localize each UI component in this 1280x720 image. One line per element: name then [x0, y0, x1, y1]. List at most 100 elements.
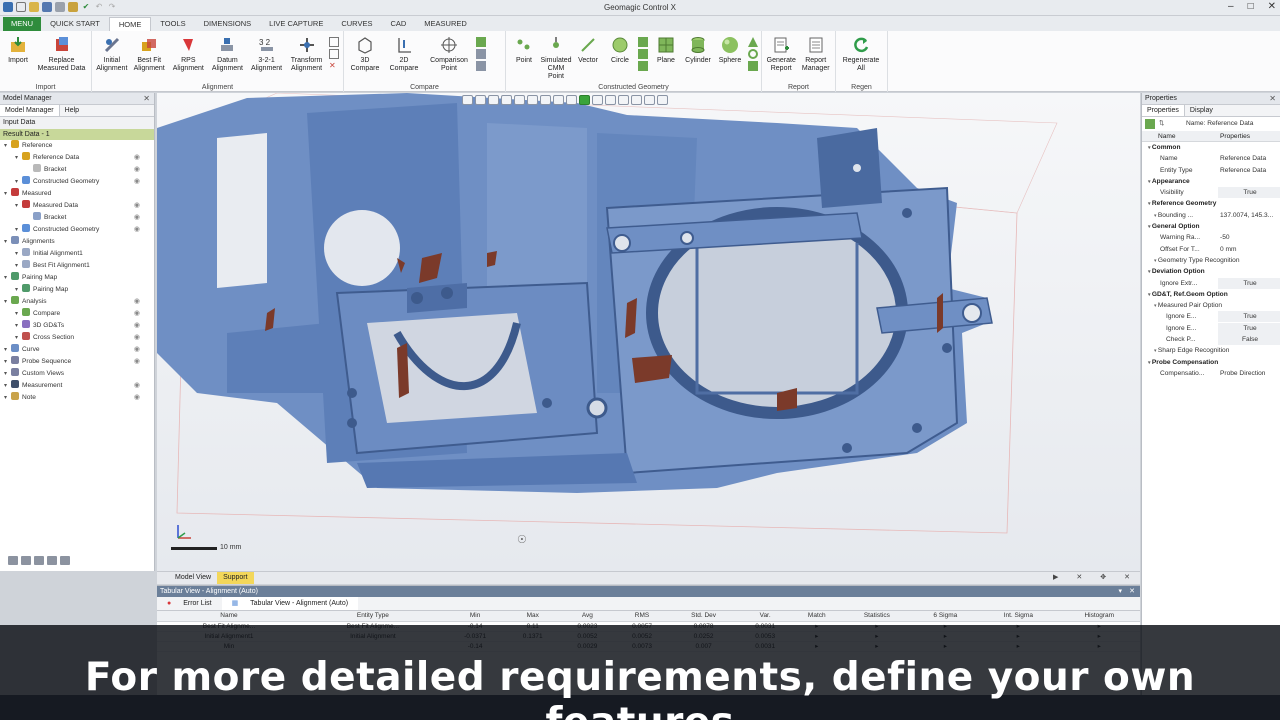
geometry-tool-icon[interactable]: [638, 61, 648, 71]
expand-toggle-icon[interactable]: ▾: [15, 248, 22, 260]
tree-item[interactable]: ▾ Measured Data ◉: [0, 200, 154, 212]
sort-icon[interactable]: ⇅: [1159, 117, 1165, 131]
tab-menu[interactable]: MENU: [3, 17, 42, 31]
property-value[interactable]: False: [1218, 334, 1280, 346]
tab-dimensions[interactable]: DIMENSIONS: [195, 17, 261, 31]
column-header[interactable]: Std. Dev: [669, 611, 738, 622]
tab-properties[interactable]: Properties: [1142, 105, 1185, 116]
tab-model-manager[interactable]: Model Manager: [0, 105, 60, 116]
view-back-icon[interactable]: [501, 95, 512, 105]
column-header[interactable]: Avg: [560, 611, 615, 622]
3d-viewport[interactable]: 10 mm ☉: [157, 93, 1140, 571]
tree-item[interactable]: ▾ Custom Views: [0, 368, 154, 380]
panel-tool-icon[interactable]: [21, 556, 31, 565]
tree-item[interactable]: ▾ Measurement ◉: [0, 380, 154, 392]
tab-model-view[interactable]: Model View: [169, 572, 217, 584]
view-iso-icon[interactable]: [566, 95, 577, 105]
tree-item[interactable]: ▾ Reference: [0, 140, 154, 152]
tree-item[interactable]: ▾ Constructed Geometry ◉: [0, 176, 154, 188]
panel-tool-icon[interactable]: [34, 556, 44, 565]
align-tool-icon[interactable]: [329, 49, 340, 59]
zoom-icon[interactable]: [618, 95, 629, 105]
play-icon[interactable]: ▶: [1047, 572, 1064, 584]
tab-quick-start[interactable]: QUICK START: [41, 17, 109, 31]
column-header[interactable]: 6 Sigma: [912, 611, 979, 622]
expand-toggle-icon[interactable]: ▾: [4, 392, 11, 404]
compare-tool-icon[interactable]: [476, 49, 486, 59]
expand-toggle-icon[interactable]: ▾: [15, 260, 22, 272]
scanned-bracket-model[interactable]: [157, 93, 1140, 571]
property-row[interactable]: Name Reference Data: [1142, 153, 1280, 164]
tree-item[interactable]: ▾ Curve ◉: [0, 344, 154, 356]
expand-toggle-icon[interactable]: ▾: [4, 236, 11, 248]
visibility-eye-icon[interactable]: ◉: [134, 392, 140, 404]
property-row[interactable]: Ignore E... True: [1142, 311, 1280, 323]
property-row[interactable]: Entity Type Reference Data: [1142, 165, 1280, 176]
expand-toggle-icon[interactable]: ▾: [4, 272, 11, 284]
property-row[interactable]: Ignore Extr... True: [1142, 277, 1280, 289]
property-row[interactable]: ▾ Geometry Type Recognition: [1142, 255, 1280, 266]
tab-tools[interactable]: TOOLS: [151, 17, 194, 31]
tree-item[interactable]: ▾ Best Fit Alignment1: [0, 260, 154, 272]
maximize-icon[interactable]: □: [1248, 1, 1254, 12]
expand-toggle-icon[interactable]: ▾: [4, 344, 11, 356]
tree-item[interactable]: ▾ Compare ◉: [0, 308, 154, 320]
render-mode-icon[interactable]: [631, 95, 642, 105]
property-row[interactable]: Compensatio... Probe Direction: [1142, 368, 1280, 379]
tree-item[interactable]: ▾ Initial Alignment1: [0, 248, 154, 260]
visibility-eye-icon[interactable]: ◉: [134, 320, 140, 332]
select-mode-icon[interactable]: [579, 95, 590, 105]
tabular-close-icon[interactable]: ✕: [1129, 586, 1135, 597]
tree-item[interactable]: Bracket ◉: [0, 164, 154, 176]
tree-item[interactable]: ▾ Alignments: [0, 236, 154, 248]
property-category[interactable]: ▾ Probe Compensation: [1142, 357, 1280, 368]
tab-measured[interactable]: MEASURED: [415, 17, 476, 31]
move-icon[interactable]: ✥: [1094, 572, 1112, 584]
compare-tool-icon[interactable]: [476, 37, 486, 47]
align-tool-icon[interactable]: [329, 37, 340, 47]
property-value[interactable]: True: [1218, 322, 1280, 334]
column-header[interactable]: Statistics: [841, 611, 913, 622]
tab-curves[interactable]: CURVES: [332, 17, 381, 31]
panel-close-icon[interactable]: ✕: [1269, 93, 1276, 105]
property-category[interactable]: ▾ General Option: [1142, 221, 1280, 232]
visibility-eye-icon[interactable]: ◉: [134, 152, 140, 164]
visibility-eye-icon[interactable]: ◉: [134, 344, 140, 356]
property-value[interactable]: Reference Data: [1218, 153, 1280, 164]
property-row[interactable]: Check P... False: [1142, 334, 1280, 346]
view-fit-icon[interactable]: [462, 95, 473, 105]
expand-toggle-icon[interactable]: ▾: [15, 176, 22, 188]
tree-item[interactable]: ▾ Cross Section ◉: [0, 332, 154, 344]
geometry-tool-icon[interactable]: [638, 49, 648, 59]
tab-live-capture[interactable]: LIVE CAPTURE: [260, 17, 332, 31]
close-icon[interactable]: ✕: [1118, 572, 1136, 584]
curve-icon[interactable]: [748, 61, 758, 71]
expand-toggle-icon[interactable]: ▾: [15, 284, 22, 296]
tree-item[interactable]: ▾ Reference Data ◉: [0, 152, 154, 164]
tree-item[interactable]: Bracket ◉: [0, 212, 154, 224]
property-row[interactable]: ▾ Sharp Edge Recognition: [1142, 345, 1280, 356]
tab-error-list[interactable]: ● Error List: [157, 597, 222, 610]
property-category[interactable]: ▾ GD&T, Ref.Geom Option: [1142, 289, 1280, 300]
visibility-eye-icon[interactable]: ◉: [134, 356, 140, 368]
panel-close-icon[interactable]: ✕: [143, 93, 150, 105]
compare-tool-icon[interactable]: [476, 61, 486, 71]
column-header[interactable]: RMS: [614, 611, 670, 622]
column-header[interactable]: Max: [505, 611, 561, 622]
expand-toggle-icon[interactable]: ▾: [15, 224, 22, 236]
expand-toggle-icon[interactable]: ▾: [15, 308, 22, 320]
tab-home[interactable]: HOME: [108, 17, 152, 31]
pan-icon[interactable]: [605, 95, 616, 105]
view-left-icon[interactable]: [540, 95, 551, 105]
visibility-eye-icon[interactable]: ◉: [134, 212, 140, 224]
expand-toggle-icon[interactable]: ▾: [4, 380, 11, 392]
property-row[interactable]: Offset For T... 0 mm: [1142, 244, 1280, 255]
visibility-eye-icon[interactable]: ◉: [134, 380, 140, 392]
panel-tool-icon[interactable]: [8, 556, 18, 565]
expand-toggle-icon[interactable]: ▾: [4, 356, 11, 368]
tree-item[interactable]: ▾ Measured: [0, 188, 154, 200]
property-row[interactable]: ▾ Bounding ... 137.0074, 145.3...: [1142, 210, 1280, 221]
expand-toggle-icon[interactable]: ▾: [4, 296, 11, 308]
clip-icon[interactable]: [657, 95, 668, 105]
property-value[interactable]: 0 mm: [1218, 244, 1280, 255]
